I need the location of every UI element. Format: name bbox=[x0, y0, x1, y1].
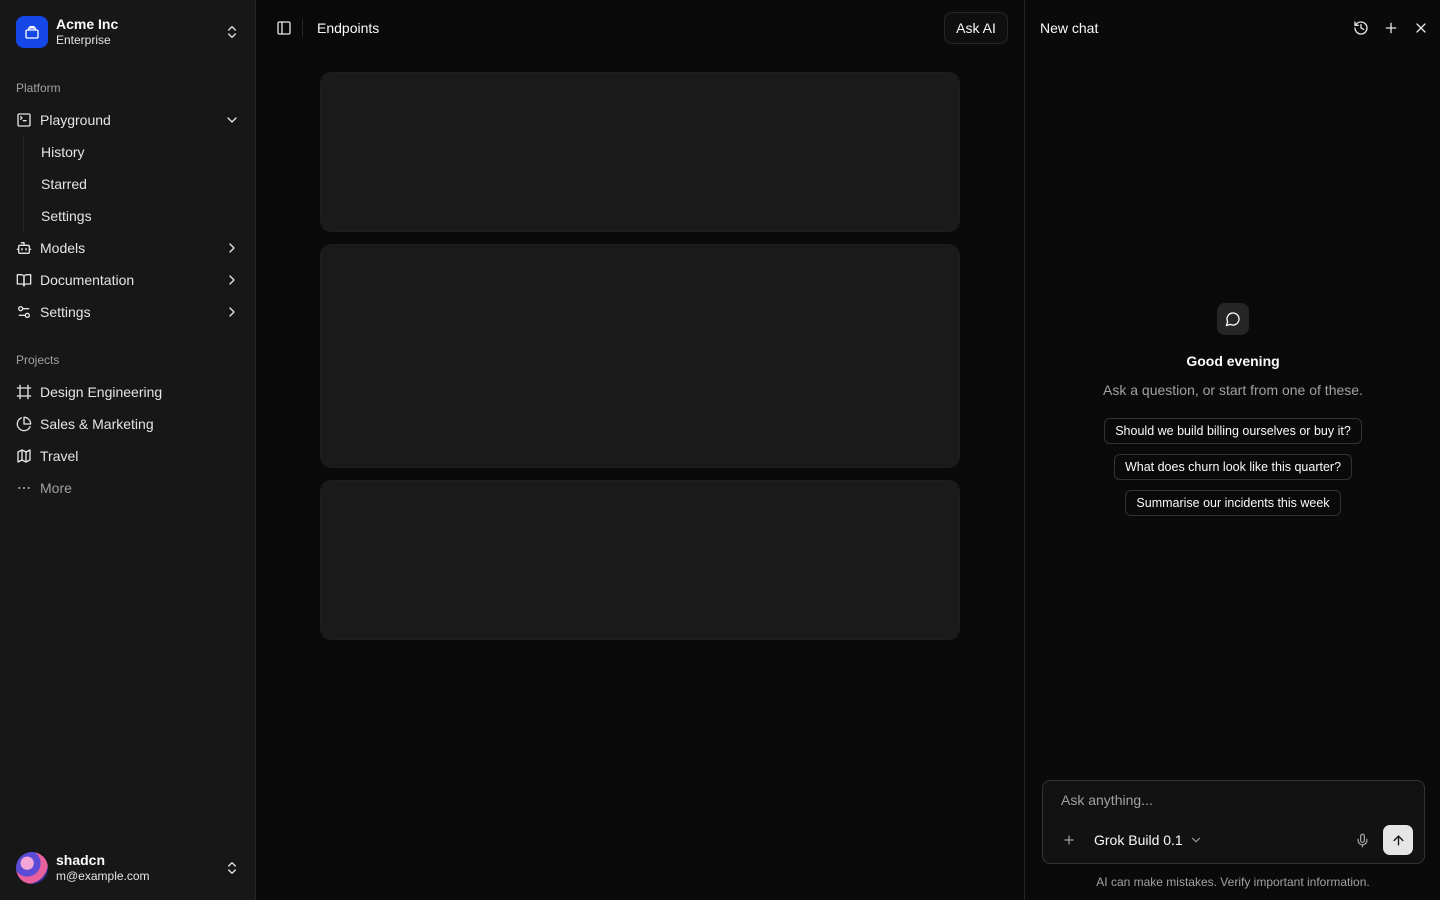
chevrons-up-down-icon bbox=[224, 24, 240, 40]
book-open-icon bbox=[16, 272, 32, 288]
sidebar-item-travel[interactable]: Travel bbox=[8, 440, 248, 472]
sidebar-item-playground[interactable]: Playground bbox=[8, 104, 248, 136]
sidebar-subitem-history[interactable]: History bbox=[32, 138, 240, 166]
projects-group-label: Projects bbox=[16, 353, 60, 367]
sidebar-item-sales-marketing[interactable]: Sales & Marketing bbox=[8, 408, 248, 440]
sidebar-item-label: More bbox=[40, 480, 72, 496]
plus-icon bbox=[1062, 833, 1076, 847]
new-chat-button[interactable] bbox=[1381, 18, 1401, 38]
breadcrumb: Endpoints bbox=[317, 20, 380, 36]
chevron-down-icon bbox=[1189, 833, 1203, 847]
main-header: Endpoints Ask AI bbox=[256, 0, 1024, 56]
sidebar-item-label: Design Engineering bbox=[40, 384, 163, 400]
submenu-guide-line bbox=[23, 136, 24, 232]
sidebar-subitem-starred[interactable]: Starred bbox=[32, 170, 240, 198]
map-icon bbox=[16, 448, 32, 464]
sidebar-item-label: Playground bbox=[40, 112, 111, 128]
chat-input[interactable] bbox=[1044, 787, 1414, 813]
sidebar-item-more[interactable]: More bbox=[8, 472, 248, 504]
placeholder-card bbox=[320, 72, 960, 232]
team-name: Acme Inc bbox=[56, 15, 119, 32]
suggestion-button[interactable]: Should we build billing ourselves or buy… bbox=[1104, 418, 1362, 444]
bot-icon bbox=[16, 240, 32, 256]
chat-composer: Grok Build 0.1 bbox=[1042, 780, 1425, 864]
sidebar-item-design-engineering[interactable]: Design Engineering bbox=[8, 376, 248, 408]
chevron-right-icon bbox=[224, 240, 240, 256]
model-selector[interactable]: Grok Build 0.1 bbox=[1088, 828, 1209, 852]
frame-icon bbox=[16, 384, 32, 400]
sidebar-subitem-settings[interactable]: Settings bbox=[32, 202, 240, 230]
more-horizontal-icon bbox=[16, 480, 32, 496]
chat-panel: New chat Good evening Ask a question, or… bbox=[1024, 0, 1440, 900]
team-logo bbox=[16, 16, 48, 48]
chevron-right-icon bbox=[224, 304, 240, 320]
ask-ai-button[interactable]: Ask AI bbox=[944, 12, 1008, 44]
sidebar-item-settings[interactable]: Settings bbox=[8, 296, 248, 328]
sidebar: Acme Inc Enterprise Platform Playground … bbox=[0, 0, 256, 900]
suggestion-list: Should we build billing ourselves or buy… bbox=[1025, 418, 1440, 516]
platform-group-label: Platform bbox=[16, 81, 61, 95]
send-button[interactable] bbox=[1383, 825, 1413, 855]
team-switcher[interactable]: Acme Inc Enterprise bbox=[8, 8, 248, 56]
plus-icon bbox=[1383, 20, 1399, 36]
mic-icon bbox=[1355, 833, 1370, 848]
terminal-square-icon bbox=[16, 112, 32, 128]
placeholder-card bbox=[320, 244, 960, 468]
model-selector-label: Grok Build 0.1 bbox=[1094, 832, 1183, 848]
user-email: m@example.com bbox=[56, 869, 150, 884]
history-button[interactable] bbox=[1351, 18, 1371, 38]
voice-input-button[interactable] bbox=[1353, 831, 1371, 849]
sidebar-toggle-button[interactable] bbox=[270, 14, 298, 42]
close-chat-button[interactable] bbox=[1411, 18, 1431, 38]
user-name: shadcn bbox=[56, 851, 106, 868]
message-circle-icon bbox=[1217, 303, 1249, 335]
placeholder-card bbox=[320, 480, 960, 640]
user-menu[interactable]: shadcn m@example.com bbox=[8, 844, 248, 892]
sidebar-item-label: Settings bbox=[40, 304, 91, 320]
avatar bbox=[16, 852, 48, 884]
pie-chart-icon bbox=[16, 416, 32, 432]
sidebar-item-documentation[interactable]: Documentation bbox=[8, 264, 248, 296]
suggestion-button[interactable]: Summarise our incidents this week bbox=[1125, 490, 1341, 516]
sidebar-item-label: Sales & Marketing bbox=[40, 416, 154, 432]
chevrons-up-down-icon bbox=[224, 860, 240, 876]
ai-disclaimer: AI can make mistakes. Verify important i… bbox=[1096, 875, 1370, 889]
settings-sliders-icon bbox=[16, 304, 32, 320]
suggestion-button[interactable]: What does churn look like this quarter? bbox=[1113, 454, 1353, 480]
history-icon bbox=[1353, 20, 1369, 36]
greeting-title: Good evening bbox=[1186, 353, 1280, 369]
sidebar-item-label: Documentation bbox=[40, 272, 135, 288]
panel-left-icon bbox=[276, 20, 292, 36]
attach-button[interactable] bbox=[1060, 831, 1078, 849]
sidebar-item-label: Travel bbox=[40, 448, 79, 464]
team-plan: Enterprise bbox=[56, 33, 111, 48]
chat-title: New chat bbox=[1040, 20, 1099, 36]
header-divider bbox=[302, 19, 303, 37]
chevron-right-icon bbox=[224, 272, 240, 288]
arrow-up-icon bbox=[1391, 833, 1406, 848]
greeting-subtitle: Ask a question, or start from one of the… bbox=[1103, 382, 1363, 398]
sidebar-item-models[interactable]: Models bbox=[8, 232, 248, 264]
main-content: Endpoints Ask AI bbox=[256, 0, 1024, 900]
sidebar-item-label: Models bbox=[40, 240, 86, 256]
close-icon bbox=[1413, 20, 1429, 36]
chevron-down-icon bbox=[224, 112, 240, 128]
